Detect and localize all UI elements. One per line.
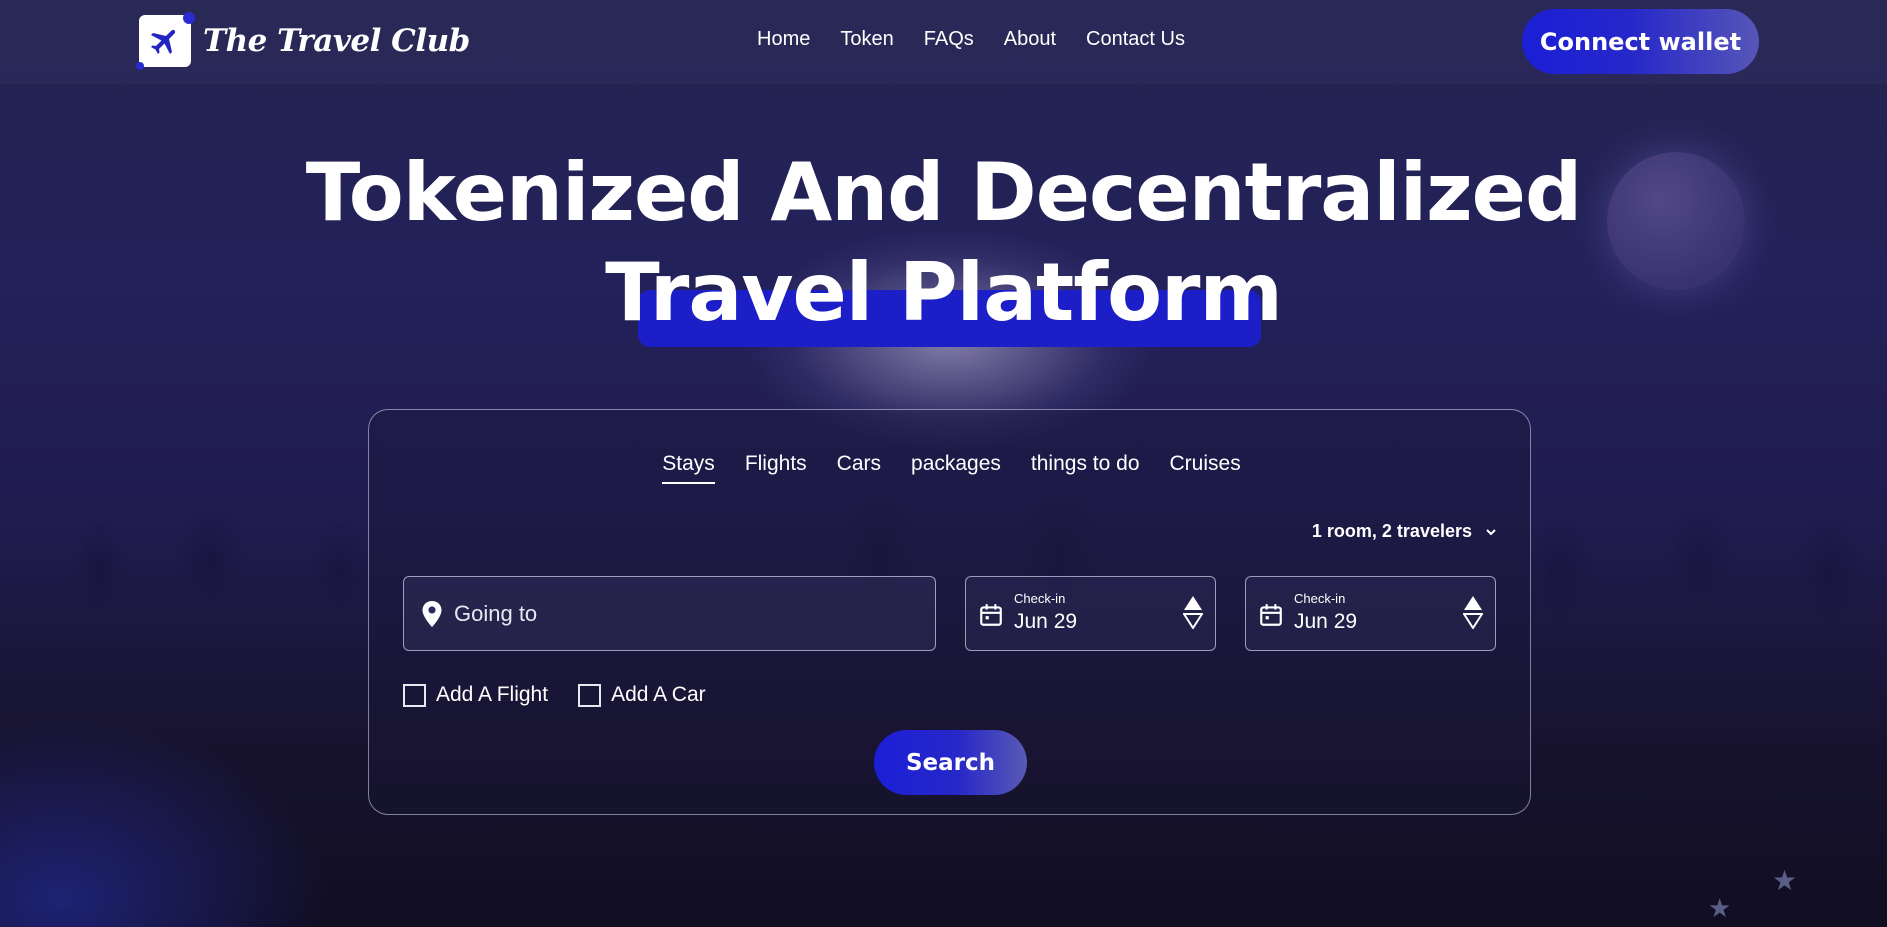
top-navbar: The Travel Club Home Token FAQs About Co…	[0, 0, 1887, 84]
search-button[interactable]: Search	[874, 730, 1027, 795]
checkin-date-field[interactable]: Check-in Jun 29	[965, 576, 1216, 651]
add-car-checkbox[interactable]	[578, 683, 602, 707]
nav-home-link[interactable]: Home	[757, 28, 810, 51]
tab-flights[interactable]: Flights	[745, 452, 807, 484]
travelers-dropdown[interactable]: 1 room, 2 travelers	[1312, 521, 1498, 542]
checkin-value: Jun 29	[1014, 610, 1078, 633]
arrow-down-icon[interactable]	[1463, 613, 1483, 629]
tab-cruises[interactable]: Cruises	[1170, 452, 1241, 484]
hero-title: Tokenized And Decentralized Travel Platf…	[0, 143, 1887, 343]
brand-name: The Travel Club	[203, 23, 470, 59]
checkin-label: Check-in	[1294, 591, 1346, 606]
star-icon: ★	[1708, 894, 1732, 924]
going-to-field[interactable]	[403, 576, 936, 651]
add-flight-option[interactable]: Add A Flight	[403, 683, 548, 707]
add-flight-label: Add A Flight	[436, 683, 549, 706]
calendar-icon	[980, 604, 1002, 626]
checkin-date-field-2[interactable]: Check-in Jun 29	[1245, 576, 1496, 651]
addon-options: Add A Flight Add A Car	[403, 683, 706, 707]
checkin-label: Check-in	[1014, 591, 1066, 606]
add-flight-checkbox[interactable]	[403, 683, 426, 707]
add-car-label: Add A Car	[611, 683, 706, 706]
logo-dot	[183, 12, 195, 24]
arrow-up-icon[interactable]	[1183, 595, 1203, 611]
search-card: Stays Flights Cars packages things to do…	[368, 409, 1531, 815]
add-car-option[interactable]: Add A Car	[578, 683, 706, 707]
main-nav: Home Token FAQs About Contact Us	[757, 28, 1185, 51]
star-icon: ★	[1772, 864, 1798, 897]
connect-wallet-button[interactable]: Connect wallet	[1522, 9, 1759, 74]
brand-logo[interactable]: The Travel Club	[136, 12, 470, 70]
nav-token-link[interactable]: Token	[840, 28, 893, 51]
airplane-icon	[150, 29, 176, 55]
checkin-value: Jun 29	[1294, 610, 1358, 633]
travelers-label: 1 room, 2 travelers	[1311, 521, 1472, 541]
hero-title-line2: Travel Platform	[605, 246, 1283, 339]
tab-stays[interactable]: Stays	[662, 452, 715, 484]
tab-things-to-do[interactable]: things to do	[1031, 452, 1140, 484]
arrow-up-icon[interactable]	[1463, 595, 1483, 611]
tab-cars[interactable]: Cars	[837, 452, 881, 484]
arrow-down-icon[interactable]	[1183, 613, 1203, 629]
calendar-icon	[1260, 604, 1282, 626]
going-to-input[interactable]	[454, 600, 914, 627]
chevron-down-icon	[1486, 528, 1496, 535]
nav-about-link[interactable]: About	[1004, 28, 1056, 51]
search-tabs: Stays Flights Cars packages things to do…	[369, 452, 1530, 484]
hero-title-line1: Tokenized And Decentralized	[305, 146, 1582, 239]
logo-dot	[136, 62, 144, 70]
date-stepper[interactable]	[1463, 595, 1483, 629]
tab-packages[interactable]: packages	[911, 452, 1001, 484]
logo-badge	[136, 12, 195, 70]
nav-contact-link[interactable]: Contact Us	[1086, 28, 1185, 51]
date-stepper[interactable]	[1183, 595, 1203, 629]
location-pin-icon	[422, 600, 442, 627]
nav-faqs-link[interactable]: FAQs	[924, 28, 974, 51]
